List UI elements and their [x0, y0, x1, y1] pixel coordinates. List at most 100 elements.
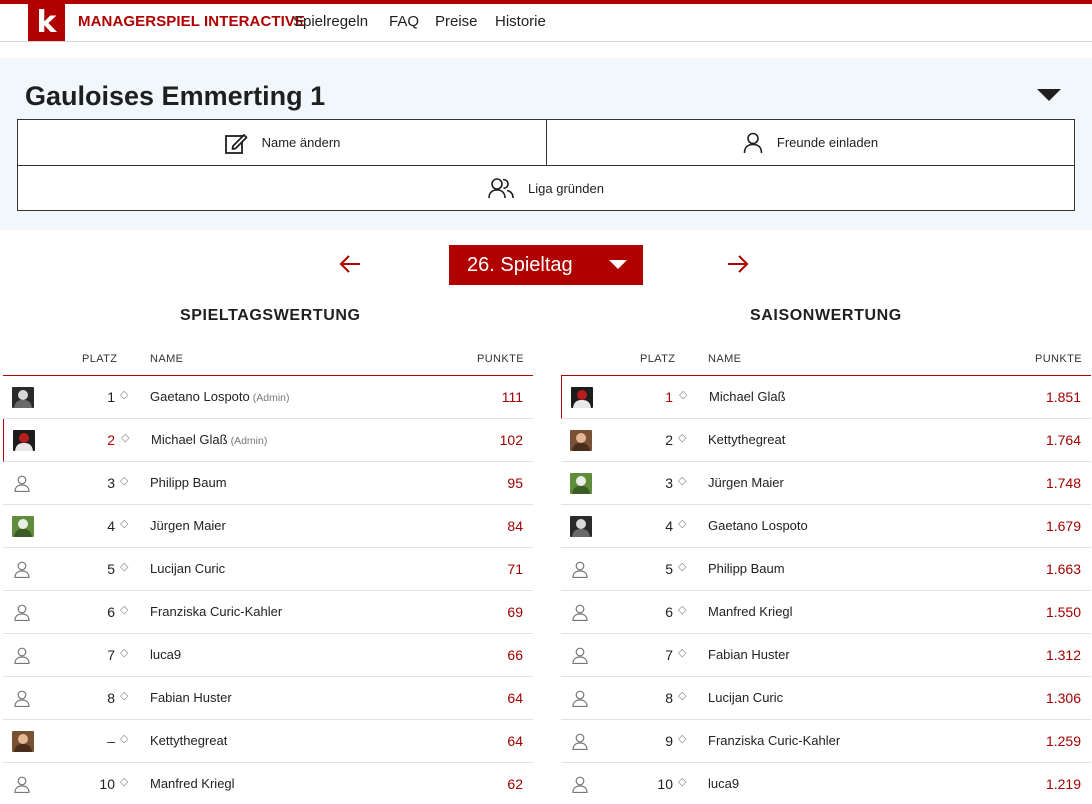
rank-place: 8 — [107, 690, 115, 706]
player-name-text: Gaetano Lospoto — [150, 389, 250, 404]
player-name[interactable]: luca9 — [708, 776, 739, 791]
rename-button[interactable]: Name ändern — [17, 119, 547, 166]
top-navigation-bar: k MANAGERSPIEL INTERACTIVE Spielregeln F… — [0, 0, 1092, 42]
player-name-text: Manfred Kriegl — [150, 776, 235, 791]
matchday-dropdown[interactable]: 26. Spieltag — [449, 245, 643, 285]
column-header-place[interactable]: PLATZ — [82, 353, 117, 365]
player-name-text: Michael Glaß — [151, 432, 228, 447]
player-name[interactable]: Kettythegreat — [708, 432, 785, 447]
player-name[interactable]: Jürgen Maier — [708, 475, 784, 490]
rank-place: 4 — [665, 518, 673, 534]
rank-place: 6 — [665, 604, 673, 620]
points-value: 1.259 — [1045, 733, 1081, 749]
player-name-text: Philipp Baum — [150, 475, 227, 490]
rank-place: 3 — [665, 475, 673, 491]
player-name[interactable]: Fabian Huster — [708, 647, 790, 662]
player-name-text: Philipp Baum — [708, 561, 785, 576]
diamond-icon: ◇ — [678, 733, 687, 745]
avatar — [570, 430, 592, 451]
table-row[interactable]: 10 ◇ luca9 1.219 — [561, 763, 1091, 804]
avatar — [12, 516, 34, 537]
spieltag-ranking-table: PLATZ NAME PUNKTE 1 ◇ Gaetano Lospoto (Admin) 1… — [3, 342, 533, 804]
player-name[interactable]: luca9 — [150, 647, 181, 662]
rank-place: 7 — [107, 647, 115, 663]
player-name[interactable]: Kettythegreat — [150, 733, 227, 748]
column-header-place[interactable]: PLATZ — [640, 353, 675, 365]
person-icon — [572, 604, 588, 621]
table-row[interactable]: 1 ◇ Michael Glaß 1.851 — [561, 376, 1091, 419]
kicker-logo[interactable]: k — [28, 4, 65, 41]
table-row[interactable]: 5 ◇ Philipp Baum 1.663 — [561, 548, 1091, 591]
player-name-text: Jürgen Maier — [708, 475, 784, 490]
column-header-name[interactable]: NAME — [150, 353, 183, 365]
rank-place: 7 — [665, 647, 673, 663]
column-header-points[interactable]: PUNKTE — [1035, 353, 1082, 365]
table-row[interactable]: 9 ◇ Franziska Curic-Kahler 1.259 — [561, 720, 1091, 763]
points-value: 1.851 — [1045, 389, 1081, 405]
create-league-button[interactable]: Liga gründen — [17, 165, 1075, 211]
player-name[interactable]: Fabian Huster — [150, 690, 232, 705]
player-name[interactable]: Philipp Baum — [150, 475, 227, 490]
table-row[interactable]: 6 ◇ Manfred Kriegl 1.550 — [561, 591, 1091, 634]
player-name[interactable]: Jürgen Maier — [150, 518, 226, 533]
nav-spielregeln[interactable]: Spielregeln — [293, 13, 368, 30]
diamond-icon: ◇ — [678, 518, 687, 530]
rank-place: 5 — [107, 561, 115, 577]
nav-historie[interactable]: Historie — [495, 13, 546, 30]
table-row[interactable]: 4 ◇ Jürgen Maier 84 — [3, 505, 533, 548]
table-row[interactable]: 2 ◇ Michael Glaß (Admin) 102 — [3, 419, 533, 462]
points-value: 69 — [507, 604, 523, 620]
player-name[interactable]: Manfred Kriegl — [708, 604, 793, 619]
table-row[interactable]: 4 ◇ Gaetano Lospoto 1.679 — [561, 505, 1091, 548]
table-row[interactable]: 3 ◇ Philipp Baum 95 — [3, 462, 533, 505]
create-league-button-label: Liga gründen — [528, 180, 604, 196]
player-name[interactable]: Philipp Baum — [708, 561, 785, 576]
team-dropdown-caret-icon[interactable] — [1037, 89, 1061, 101]
player-name[interactable]: Manfred Kriegl — [150, 776, 235, 791]
column-header-points[interactable]: PUNKTE — [477, 353, 524, 365]
table-row[interactable]: 1 ◇ Gaetano Lospoto (Admin) 111 — [3, 376, 533, 419]
player-name[interactable]: Michael Glaß — [709, 389, 786, 404]
table-row[interactable]: 10 ◇ Manfred Kriegl 62 — [3, 763, 533, 804]
rank-place: 2 — [665, 432, 673, 448]
rank-place: 6 — [107, 604, 115, 620]
table-row[interactable]: – ◇ Kettythegreat 64 — [3, 720, 533, 763]
player-name[interactable]: Gaetano Lospoto — [708, 518, 808, 533]
table-row[interactable]: 6 ◇ Franziska Curic-Kahler 69 — [3, 591, 533, 634]
rank-place: – — [107, 733, 115, 749]
player-name[interactable]: Gaetano Lospoto (Admin) — [150, 389, 290, 404]
player-name[interactable]: Franziska Curic-Kahler — [150, 604, 282, 619]
season-ranking-title: SAISONWERTUNG — [750, 307, 902, 324]
player-name[interactable]: Michael Glaß (Admin) — [151, 432, 267, 447]
nav-preise[interactable]: Preise — [435, 13, 478, 30]
team-title: Gauloises Emmerting 1 — [25, 81, 326, 111]
player-name[interactable]: Franziska Curic-Kahler — [708, 733, 840, 748]
person-icon — [14, 690, 30, 707]
points-value: 1.550 — [1045, 604, 1081, 620]
table-row[interactable]: 8 ◇ Lucijan Curic 1.306 — [561, 677, 1091, 720]
points-value: 1.764 — [1045, 432, 1081, 448]
table-row[interactable]: 2 ◇ Kettythegreat 1.764 — [561, 419, 1091, 462]
points-value: 84 — [507, 518, 523, 534]
table-row[interactable]: 5 ◇ Lucijan Curic 71 — [3, 548, 533, 591]
brand-title[interactable]: MANAGERSPIEL INTERACTIVE — [78, 13, 305, 30]
matchday-selector: 26. Spieltag — [0, 245, 1092, 285]
player-name[interactable]: Lucijan Curic — [708, 690, 783, 705]
player-name[interactable]: Lucijan Curic — [150, 561, 225, 576]
arrow-left-icon[interactable] — [338, 252, 362, 276]
rank-place: 3 — [107, 475, 115, 491]
points-value: 95 — [507, 475, 523, 491]
table-row[interactable]: 8 ◇ Fabian Huster 64 — [3, 677, 533, 720]
column-header-name[interactable]: NAME — [708, 353, 741, 365]
arrow-right-icon[interactable] — [726, 252, 750, 276]
table-row[interactable]: 7 ◇ luca9 66 — [3, 634, 533, 677]
invite-friends-button[interactable]: Freunde einladen — [546, 119, 1075, 166]
points-value: 1.748 — [1045, 475, 1081, 491]
table-row[interactable]: 7 ◇ Fabian Huster 1.312 — [561, 634, 1091, 677]
rank-place: 2 — [107, 432, 115, 448]
player-name-text: luca9 — [708, 776, 740, 791]
table-row[interactable]: 3 ◇ Jürgen Maier 1.748 — [561, 462, 1091, 505]
diamond-icon: ◇ — [679, 389, 688, 401]
edit-icon — [224, 133, 248, 154]
nav-faq[interactable]: FAQ — [389, 13, 419, 30]
